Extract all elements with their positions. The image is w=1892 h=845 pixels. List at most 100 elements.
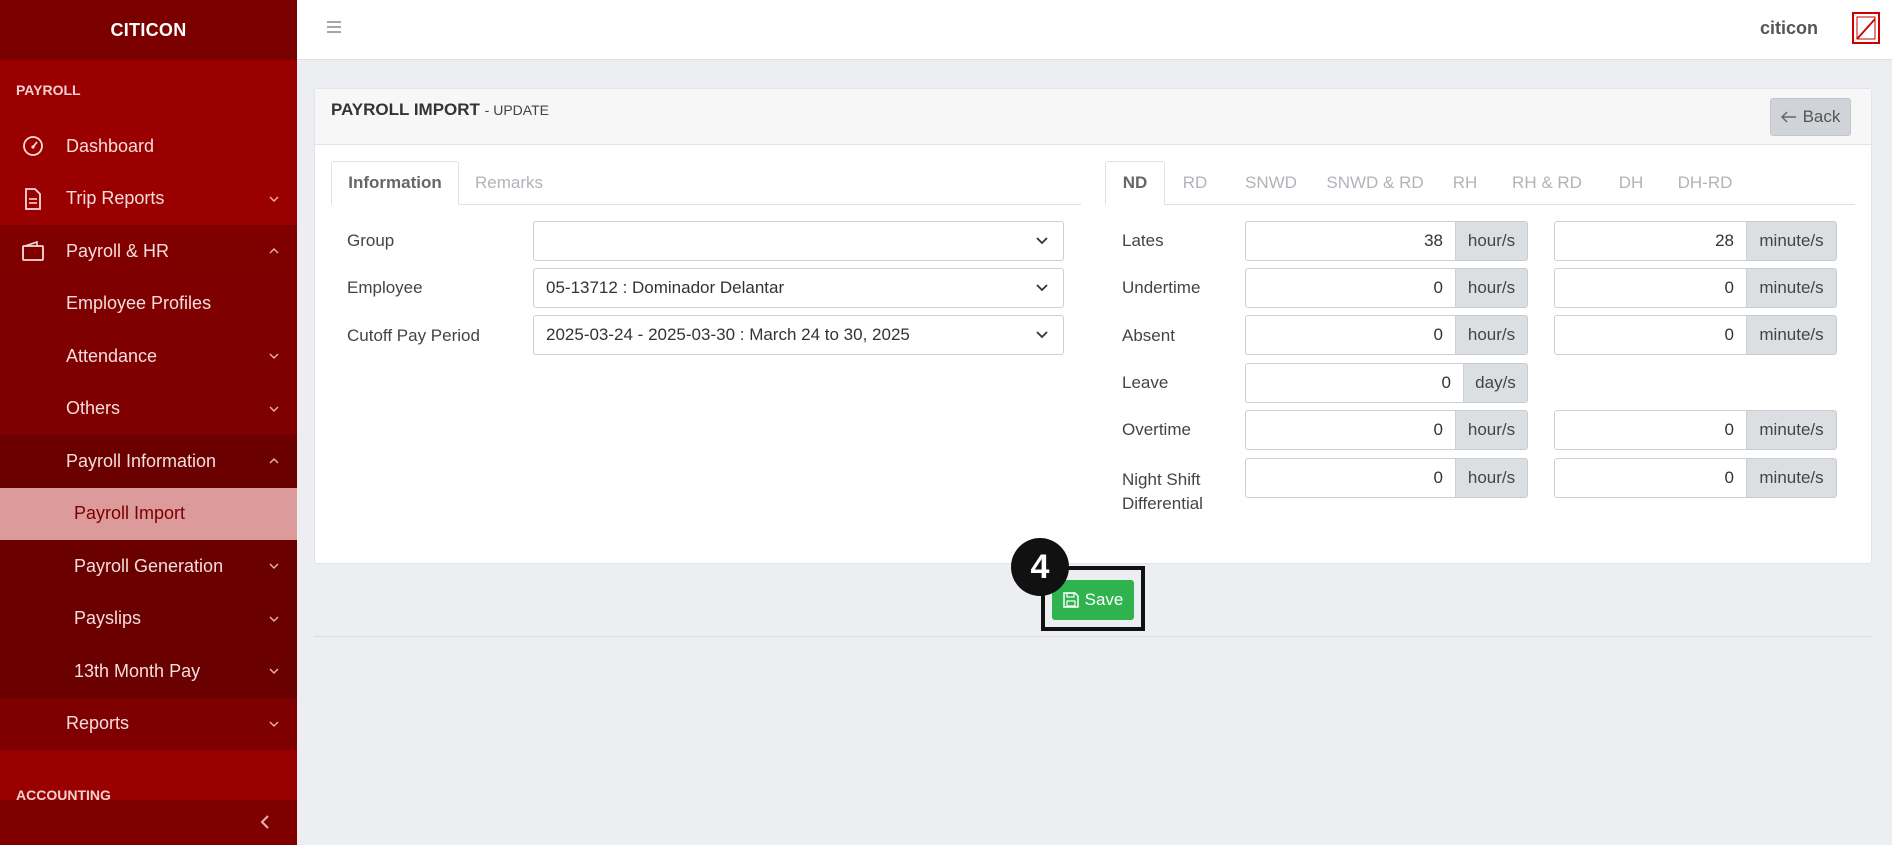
cutoff-select-value: 2025-03-24 - 2025-03-30 : March 24 to 30… (546, 325, 910, 344)
document-icon (20, 186, 46, 212)
chevron-down-icon (269, 563, 279, 570)
sidebar-item-others[interactable]: Others (0, 382, 297, 435)
tab-information[interactable]: Information (331, 161, 459, 205)
gauge-icon (20, 133, 46, 159)
undertime-hours-unit: hour/s (1456, 268, 1528, 308)
absent-hours-input[interactable]: 0 (1245, 315, 1456, 355)
sidebar-item-trip-reports[interactable]: Trip Reports (0, 173, 297, 226)
chevron-down-icon (1036, 284, 1048, 292)
back-button[interactable]: Back (1770, 98, 1851, 136)
sidebar-item-payroll-import[interactable]: Payroll Import (0, 487, 297, 540)
chevron-down-icon (1036, 331, 1048, 339)
undertime-label: Undertime (1122, 278, 1201, 297)
tab-rh-rd[interactable]: RH & RD (1497, 161, 1597, 205)
absent-minutes-input[interactable]: 0 (1554, 315, 1747, 355)
undertime-minutes-unit: minute/s (1747, 268, 1837, 308)
sidebar-item-label: 13th Month Pay (74, 660, 201, 681)
tab-rh[interactable]: RH (1435, 161, 1495, 205)
sidebar-item-label: Reports (66, 713, 130, 734)
overtime-hours-unit: hour/s (1456, 410, 1528, 450)
sidebar: CITICON PAYROLL Dashboard Trip Reports P… (0, 0, 297, 845)
overtime-minutes-input[interactable]: 0 (1554, 410, 1747, 450)
cutoff-label: Cutoff Pay Period (347, 326, 480, 345)
sidebar-item-employee-profiles[interactable]: Employee Profiles (0, 277, 297, 330)
overtime-hours-input[interactable]: 0 (1245, 410, 1456, 450)
chevron-down-icon (269, 353, 279, 360)
payroll-import-card: PAYROLL IMPORT - UPDATE Back Information… (314, 88, 1872, 564)
leave-days-input[interactable]: 0 (1245, 363, 1464, 403)
nsd-label-line1: Night Shift (1122, 470, 1201, 489)
chevron-up-icon (269, 248, 279, 254)
employee-select-value: 05-13712 : Dominador Delantar (546, 278, 785, 297)
tab-dh[interactable]: DH (1599, 161, 1663, 205)
page-subtitle: - UPDATE (484, 102, 549, 118)
tab-nd[interactable]: ND (1105, 161, 1165, 205)
group-label: Group (347, 231, 395, 250)
topbar: citicon (297, 0, 1892, 60)
undertime-minutes-input[interactable]: 0 (1554, 268, 1747, 308)
chevron-down-icon (269, 668, 279, 675)
absent-hours-unit: hour/s (1456, 315, 1528, 355)
right-tabs: ND RD SNWD SNWD & RD RH RH & RD DH DH-RD (1105, 161, 1855, 205)
leave-label: Leave (1122, 373, 1169, 392)
tab-snwd[interactable]: SNWD (1229, 161, 1313, 205)
sidebar-item-label: Others (66, 398, 121, 419)
sidebar-item-reports[interactable]: Reports (0, 697, 297, 750)
sidebar-item-label: Payroll Import (74, 503, 186, 524)
left-tabs: Information Remarks (331, 161, 1081, 205)
sidebar-item-label: Attendance (66, 345, 158, 366)
sidebar-item-payroll-generation[interactable]: Payroll Generation (0, 540, 297, 593)
content-divider (314, 636, 1872, 637)
sidebar-item-dashboard[interactable]: Dashboard (0, 120, 297, 173)
tab-remarks[interactable]: Remarks (459, 161, 559, 205)
step-number-badge: 4 (1011, 538, 1069, 596)
undertime-hours-input[interactable]: 0 (1245, 268, 1456, 308)
sidebar-item-payroll-information[interactable]: Payroll Information (0, 435, 297, 488)
tab-rd[interactable]: RD (1165, 161, 1225, 205)
lates-minutes-unit: minute/s (1747, 221, 1837, 261)
lates-label: Lates (1122, 231, 1164, 250)
tab-snwd-rd[interactable]: SNWD & RD (1315, 161, 1435, 205)
sidebar-item-label: Payroll Information (66, 450, 217, 471)
group-select[interactable] (533, 221, 1064, 261)
sidebar-item-label: Payroll Generation (74, 555, 224, 576)
nsd-hours-input[interactable]: 0 (1245, 458, 1456, 498)
employee-label: Employee (347, 278, 423, 297)
lates-minutes-input[interactable]: 28 (1554, 221, 1747, 261)
hamburger-icon[interactable] (325, 18, 343, 36)
lates-hours-input[interactable]: 38 (1245, 221, 1456, 261)
nsd-label-line2: Differential (1122, 494, 1203, 513)
floppy-disk-icon (1062, 592, 1079, 608)
sidebar-item-13th-month-pay[interactable]: 13th Month Pay (0, 645, 297, 698)
save-button-label: Save (1084, 590, 1124, 609)
overtime-minutes-unit: minute/s (1747, 410, 1837, 450)
save-button[interactable]: Save (1052, 580, 1134, 620)
cutoff-select[interactable]: 2025-03-24 - 2025-03-30 : March 24 to 30… (533, 315, 1064, 355)
chevron-left-icon[interactable] (259, 814, 271, 830)
employee-select[interactable]: 05-13712 : Dominador Delantar (533, 268, 1064, 308)
back-button-label: Back (1802, 107, 1841, 126)
sidebar-item-label: Payslips (74, 608, 142, 629)
sidebar-item-payroll-hr[interactable]: Payroll & HR (0, 225, 297, 278)
sidebar-item-payslips[interactable]: Payslips (0, 592, 297, 645)
sidebar-item-label: Dashboard (66, 135, 155, 156)
user-name[interactable]: citicon (1760, 18, 1818, 39)
wallet-icon (20, 238, 46, 264)
avatar[interactable] (1852, 12, 1880, 44)
page-title-text: PAYROLL IMPORT (331, 100, 480, 119)
absent-minutes-unit: minute/s (1747, 315, 1837, 355)
nsd-minutes-input[interactable]: 0 (1554, 458, 1747, 498)
sidebar-item-attendance[interactable]: Attendance (0, 330, 297, 383)
card-header: PAYROLL IMPORT - UPDATE Back (315, 89, 1871, 145)
brand-logo[interactable]: CITICON (0, 0, 297, 60)
nsd-minutes-unit: minute/s (1747, 458, 1837, 498)
sidebar-collapse-bar[interactable] (0, 800, 297, 845)
avatar-icon (1856, 16, 1876, 40)
chevron-down-icon (269, 721, 279, 727)
tab-dh-rd[interactable]: DH-RD (1663, 161, 1747, 205)
absent-label: Absent (1122, 326, 1175, 345)
page-title: PAYROLL IMPORT - UPDATE (331, 100, 549, 120)
leave-days-unit: day/s (1464, 363, 1528, 403)
arrow-left-icon (1780, 111, 1796, 123)
sidebar-item-label: Trip Reports (66, 188, 165, 209)
